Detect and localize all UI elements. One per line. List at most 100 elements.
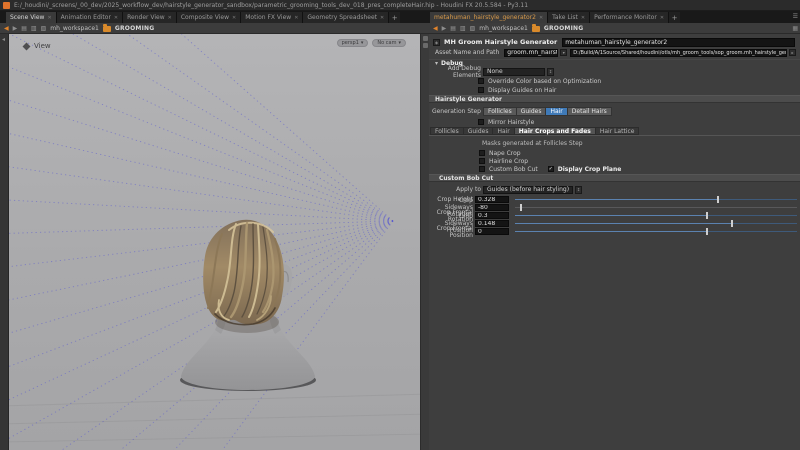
pane-tab-motion-fx-view[interactable]: Motion FX View✕ xyxy=(241,12,303,23)
tab-close-icon[interactable]: ✕ xyxy=(232,15,236,21)
generation-step-buttons: FolliclesGuidesHairDetail Hairs xyxy=(483,107,612,116)
folder-tab-follicles[interactable]: Follicles xyxy=(430,127,464,135)
slider-handle[interactable] xyxy=(706,212,708,219)
pane-tab-metahuman-hairstyle-generator2[interactable]: metahuman_hairstyle_generator2✕ xyxy=(430,12,548,23)
pane-tab-performance-monitor[interactable]: Performance Monitor✕ xyxy=(590,12,669,23)
new-tab-button[interactable]: + xyxy=(389,12,400,23)
pane-tab-composite-view[interactable]: Composite View✕ xyxy=(177,12,241,23)
folder-tab-hair-crops-and-fades[interactable]: Hair Crops and Fades xyxy=(515,127,596,135)
context-label[interactable]: GROOMING xyxy=(544,25,584,32)
forward-arrow-icon[interactable]: ▶ xyxy=(442,25,447,32)
slider-value-field[interactable]: 0.328 xyxy=(475,196,509,203)
asset-label: Asset Name and Path xyxy=(435,49,499,56)
right-path-bar: ◀ ▶ ▤ ▥ ▧ mh_workspace1 GROOMING xyxy=(429,23,583,34)
display-crop-plane-label: Display Crop Plane xyxy=(558,166,622,173)
generation-step-detail-hairs[interactable]: Detail Hairs xyxy=(568,107,612,116)
persp-view-pill[interactable]: persp1▾ xyxy=(337,39,369,47)
tab-close-icon[interactable]: ✕ xyxy=(47,15,51,21)
slider-value-field[interactable]: -80 xyxy=(475,204,509,211)
slider-handle[interactable] xyxy=(731,220,733,227)
pin-icon[interactable]: ▤ xyxy=(450,25,456,32)
forward-arrow-icon[interactable]: ▶ xyxy=(13,25,18,32)
slider-row-crop-height: Crop Height0.328 xyxy=(429,196,800,203)
pane-tab-geometry-spreadsheet[interactable]: Geometry Spreadsheet✕ xyxy=(303,12,389,23)
hairline-crop-checkbox[interactable] xyxy=(479,158,485,164)
asset-menu-icon[interactable]: ▾ xyxy=(560,49,567,56)
back-arrow-icon[interactable]: ◀ xyxy=(4,25,9,32)
new-tab-button[interactable]: + xyxy=(669,12,680,23)
layout-icon[interactable]: ▦ xyxy=(792,25,798,33)
list-icon[interactable]: ▥ xyxy=(31,25,37,32)
display-guides-checkbox[interactable] xyxy=(478,87,484,93)
asset-path-field[interactable]: D:/Build/A/1Source/Shared/houdini/otls/m… xyxy=(570,49,787,57)
scene-viewport[interactable]: View persp1▾ No cam▾ xyxy=(9,34,420,450)
add-debug-elements-dropdown[interactable]: None xyxy=(483,68,545,76)
tab-close-icon[interactable]: ✕ xyxy=(294,15,298,21)
menu-stepper-icon[interactable]: ↕ xyxy=(575,186,582,194)
tab-close-icon[interactable]: ✕ xyxy=(581,15,585,21)
generation-step-label: Generation Step xyxy=(429,108,481,115)
slider-value-field[interactable]: 0.3 xyxy=(475,212,509,219)
camera-select-pill[interactable]: No cam▾ xyxy=(372,39,406,47)
slider-value-field[interactable]: 0.148 xyxy=(475,220,509,227)
pane-menu-icon[interactable]: ☰ xyxy=(793,13,798,21)
slider-track[interactable] xyxy=(515,204,797,211)
custom-bob-cut-section-bar[interactable]: Custom Bob Cut xyxy=(429,174,800,182)
nape-crop-checkbox[interactable] xyxy=(479,150,485,156)
folder-tab-guides[interactable]: Guides xyxy=(464,127,494,135)
pane-tab-take-list[interactable]: Take List✕ xyxy=(548,12,590,23)
menu-stepper-icon[interactable]: ↕ xyxy=(547,68,554,76)
pane-controls: ☰ xyxy=(793,13,798,21)
viewport-tool-icon[interactable] xyxy=(423,43,428,48)
list-icon[interactable]: ▥ xyxy=(460,25,466,32)
add-debug-elements-row: Add Debug Elements None ↕ xyxy=(429,67,800,76)
tab-close-icon[interactable]: ✕ xyxy=(660,15,664,21)
display-crop-plane-checkbox[interactable]: ✓ xyxy=(548,166,554,172)
tab-close-icon[interactable]: ✕ xyxy=(114,15,118,21)
display-guides-row: Display Guides on Hair xyxy=(429,86,800,94)
slider-handle[interactable] xyxy=(717,196,719,203)
node-type-icon[interactable]: ◈ xyxy=(433,39,440,46)
pane-tab-render-view[interactable]: Render View✕ xyxy=(123,12,177,23)
slider-track[interactable] xyxy=(515,212,797,219)
workspace-label[interactable]: mh_workspace1 xyxy=(479,25,528,32)
tab-close-icon[interactable]: ✕ xyxy=(168,15,172,21)
slider-track[interactable] xyxy=(515,228,797,235)
apply-to-dropdown[interactable]: Guides (before hair styling) xyxy=(483,186,573,194)
slider-handle[interactable] xyxy=(706,228,708,235)
override-color-checkbox[interactable] xyxy=(478,78,484,84)
folder-tab-hair-lattice[interactable]: Hair Lattice xyxy=(596,127,640,135)
back-arrow-icon[interactable]: ◀ xyxy=(433,25,438,32)
generation-step-follicles[interactable]: Follicles xyxy=(483,107,517,116)
workspace-label[interactable]: mh_workspace1 xyxy=(50,25,99,32)
asset-row: Asset Name and Path groom.mh_hairstyle_g… xyxy=(429,48,800,57)
asset-name-field[interactable]: groom.mh_hairstyle_gen... xyxy=(504,49,558,57)
pane-tab-animation-editor[interactable]: Animation Editor✕ xyxy=(57,12,123,23)
mirror-hairstyle-row: Mirror Hairstyle xyxy=(429,118,800,126)
slider-row-crop-frontal-position: Crop Frontal Position0 xyxy=(429,228,800,235)
hairline-crop-row: Hairline Crop xyxy=(429,157,800,165)
slider-track[interactable] xyxy=(515,196,797,203)
generation-step-guides[interactable]: Guides xyxy=(517,107,547,116)
file-chooser-icon[interactable]: ▸ xyxy=(789,49,796,56)
pin-icon[interactable]: ▤ xyxy=(21,25,27,32)
tab-close-icon[interactable]: ✕ xyxy=(380,15,384,21)
mirror-hairstyle-checkbox[interactable] xyxy=(478,119,484,125)
masks-note-row: Masks generated at Follicles Step xyxy=(429,140,800,147)
context-label[interactable]: GROOMING xyxy=(115,25,155,32)
folder-tab-hair[interactable]: Hair xyxy=(493,127,514,135)
slider-handle[interactable] xyxy=(520,204,522,211)
debug-group-header[interactable]: ▾ Debug xyxy=(429,59,800,67)
generation-step-hair[interactable]: Hair xyxy=(546,107,567,116)
pane-tab-scene-view[interactable]: Scene View✕ xyxy=(6,12,57,23)
parameter-panel: ◈ MH Groom Hairstyle Generator metahuman… xyxy=(429,34,800,450)
slider-value-field[interactable]: 0 xyxy=(475,228,509,235)
viewport-render xyxy=(9,34,420,450)
hairstyle-generator-section-bar[interactable]: Hairstyle Generator xyxy=(429,95,800,103)
collapse-arrow-icon[interactable]: ◂ xyxy=(2,36,5,44)
tab-close-icon[interactable]: ✕ xyxy=(539,15,543,21)
custom-bob-cut-checkbox[interactable] xyxy=(479,166,485,172)
viewport-tool-icon[interactable] xyxy=(423,36,428,41)
node-name-input[interactable]: metahuman_hairstyle_generator2 xyxy=(562,38,795,47)
slider-track[interactable] xyxy=(515,220,797,227)
